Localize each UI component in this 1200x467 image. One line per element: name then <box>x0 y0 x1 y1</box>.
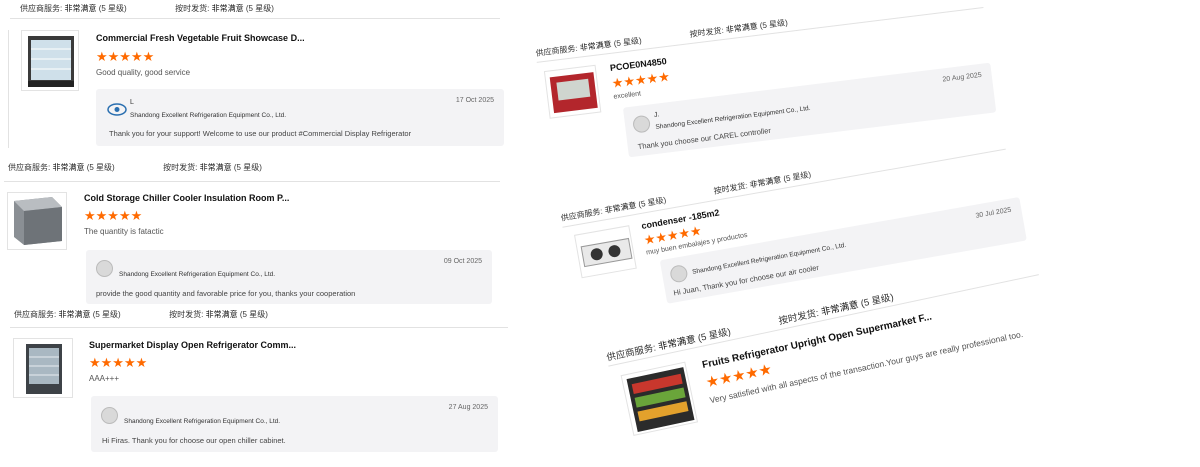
review-comment: AAA+++ <box>89 374 120 383</box>
reply-message: Hi Firas. Thank you for choose our open … <box>102 436 286 445</box>
product-title[interactable]: Commercial Fresh Vegetable Fruit Showcas… <box>96 33 305 43</box>
review-comment: Good quality, good service <box>96 68 191 77</box>
service-rating: 非常满意 <box>603 200 638 216</box>
product-title[interactable]: Supermarket Display Open Refrigerator Co… <box>89 340 296 350</box>
product-thumbnail[interactable] <box>13 338 73 398</box>
review-comment: excellent <box>613 90 642 101</box>
reply-message: Thank you for your support! Welcome to u… <box>109 129 412 138</box>
company-name: Shandong Excellent Refrigeration Equipme… <box>655 104 811 131</box>
service-label: 供应商服务: <box>8 163 51 172</box>
service-stars-text: (5 星级) <box>613 35 643 49</box>
supplier-reply: Shandong Excellent Refrigeration Equipme… <box>91 396 498 452</box>
service-rating: 非常满意 <box>579 39 613 53</box>
service-rating: 非常满意 <box>64 4 97 13</box>
service-rating: 非常满意 <box>58 310 91 319</box>
ontime-stars-text: (5 星级) <box>245 4 274 13</box>
service-label: 供应商服务: <box>535 43 579 58</box>
product-thumbnail[interactable] <box>7 192 67 250</box>
product-thumbnail[interactable] <box>620 361 699 436</box>
avatar <box>632 114 652 134</box>
reply-user: J. <box>653 111 660 119</box>
product-thumbnail[interactable] <box>574 225 637 279</box>
supplier-reply: L Shandong Excellent Refrigeration Equip… <box>96 89 504 146</box>
service-stars-text: (5 星级) <box>697 326 732 345</box>
ontime-stars-text: (5 星级) <box>782 169 812 184</box>
ontime-rating: 非常满意 <box>205 310 238 319</box>
ontime-label: 按时发货: <box>163 163 198 172</box>
ontime-stars-text: (5 星级) <box>239 310 268 319</box>
product-thumbnail[interactable] <box>21 30 79 91</box>
divider <box>10 327 508 328</box>
review-comment: The quantity is fatactic <box>84 227 164 236</box>
reply-date: 17 Oct 2025 <box>455 97 494 104</box>
star-rating: ★★★★★ <box>89 355 148 370</box>
star-rating: ★★★★★ <box>610 68 671 91</box>
service-stars-text: (5 星级) <box>637 195 667 210</box>
supplier-reply: Shandong Excellent Refrigeration Equipme… <box>86 250 492 304</box>
reply-user: L <box>130 99 134 106</box>
ontime-label: 按时发货: <box>712 181 749 196</box>
rating-row: 供应商服务: 非常满意 (5 星级) 按时发货: 非常满意 (5 星级) <box>8 162 262 173</box>
divider <box>8 30 9 148</box>
service-label: 供应商服务: <box>20 4 63 13</box>
reply-date: 20 Aug 2025 <box>942 71 983 84</box>
ontime-label: 按时发货: <box>689 25 725 40</box>
company-name: Shandong Excellent Refrigeration Equipme… <box>130 112 287 119</box>
ontime-stars-text: (5 星级) <box>859 291 895 310</box>
ontime-stars-text: (5 星级) <box>233 163 262 172</box>
ontime-rating: 非常满意 <box>725 21 759 35</box>
rating-row: 供应商服务: 非常满意 (5 星级) 按时发货: 非常满意 (5 星级) <box>20 3 274 14</box>
divider <box>10 18 500 19</box>
ontime-label: 按时发货: <box>169 310 204 319</box>
reply-date: 30 Jul 2025 <box>975 206 1012 220</box>
star-rating: ★★★★★ <box>96 49 155 64</box>
rating-row: 供应商服务: 非常满意 (5 星级) 按时发货: 非常满意 (5 星级) <box>535 17 788 59</box>
product-title[interactable]: Cold Storage Chiller Cooler Insulation R… <box>84 193 289 203</box>
ontime-label: 按时发货: <box>175 4 210 13</box>
ontime-stars-text: (5 星级) <box>759 18 789 31</box>
ontime-rating: 非常满意 <box>748 175 782 190</box>
reply-message: provide the good quantity and favorable … <box>96 289 356 298</box>
avatar <box>669 263 689 284</box>
service-stars-text: (5 星级) <box>92 310 121 319</box>
service-label: 供应商服务: <box>14 310 57 319</box>
company-logo-icon <box>107 103 127 116</box>
avatar <box>96 260 113 277</box>
company-name: Shandong Excellent Refrigeration Equipme… <box>119 271 276 278</box>
rating-row: 供应商服务: 非常满意 (5 星级) 按时发货: 非常满意 (5 星级) <box>14 309 268 320</box>
service-stars-text: (5 星级) <box>86 163 115 172</box>
ontime-rating: 非常满意 <box>211 4 244 13</box>
reply-date: 27 Aug 2025 <box>448 404 488 411</box>
product-thumbnail[interactable] <box>543 64 602 119</box>
divider <box>4 181 500 182</box>
avatar <box>101 407 118 424</box>
divider <box>536 7 984 63</box>
star-rating: ★★★★★ <box>84 208 143 223</box>
service-rating: 非常满意 <box>52 163 85 172</box>
ontime-rating: 非常满意 <box>199 163 232 172</box>
reply-date: 09 Oct 2025 <box>443 258 482 265</box>
supplier-reply: J. Shandong Excellent Refrigeration Equi… <box>622 62 997 158</box>
company-name: Shandong Excellent Refrigeration Equipme… <box>124 418 281 425</box>
service-stars-text: (5 星级) <box>98 4 127 13</box>
